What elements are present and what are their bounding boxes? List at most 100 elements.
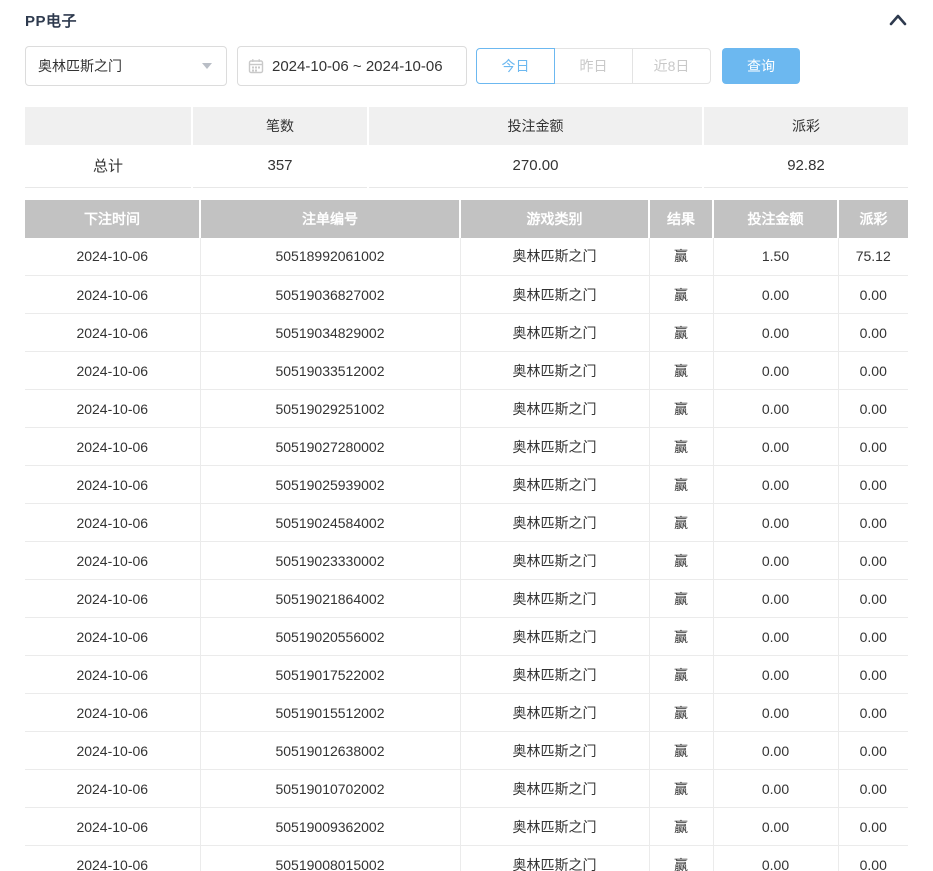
summary-header-count: 笔数 bbox=[192, 107, 368, 145]
table-cell: 50519010702002 bbox=[200, 770, 460, 808]
table-cell: 赢 bbox=[649, 808, 713, 846]
table-row: 2024-10-0650519010702002奥林匹斯之门赢0.000.00 bbox=[25, 770, 908, 808]
table-cell: 赢 bbox=[649, 846, 713, 871]
query-button[interactable]: 查询 bbox=[722, 48, 800, 84]
table-cell: 50519025939002 bbox=[200, 466, 460, 504]
calendar-icon bbox=[248, 58, 264, 74]
table-cell: 0.00 bbox=[713, 314, 838, 352]
yesterday-button[interactable]: 昨日 bbox=[554, 48, 633, 84]
today-button[interactable]: 今日 bbox=[476, 48, 555, 84]
table-cell: 赢 bbox=[649, 352, 713, 390]
table-row: 2024-10-0650519008015002奥林匹斯之门赢0.000.00 bbox=[25, 846, 908, 871]
quick-date-button-group: 今日 昨日 近8日 bbox=[476, 48, 711, 84]
table-cell: 奥林匹斯之门 bbox=[460, 846, 649, 871]
table-cell: 1.50 bbox=[713, 238, 838, 276]
table-cell: 0.00 bbox=[713, 504, 838, 542]
table-row: 2024-10-0650519009362002奥林匹斯之门赢0.000.00 bbox=[25, 808, 908, 846]
table-cell: 0.00 bbox=[838, 732, 908, 770]
table-cell: 奥林匹斯之门 bbox=[460, 732, 649, 770]
table-cell: 奥林匹斯之门 bbox=[460, 808, 649, 846]
table-cell: 50519024584002 bbox=[200, 504, 460, 542]
table-cell: 奥林匹斯之门 bbox=[460, 618, 649, 656]
collapse-button[interactable] bbox=[888, 13, 908, 27]
table-row: 2024-10-0650519027280002奥林匹斯之门赢0.000.00 bbox=[25, 428, 908, 466]
summary-header-row: 笔数 投注金额 派彩 bbox=[25, 107, 908, 145]
table-cell: 奥林匹斯之门 bbox=[460, 276, 649, 314]
table-cell: 奥林匹斯之门 bbox=[460, 238, 649, 276]
table-cell: 赢 bbox=[649, 466, 713, 504]
table-cell: 奥林匹斯之门 bbox=[460, 770, 649, 808]
table-row: 2024-10-0650519015512002奥林匹斯之门赢0.000.00 bbox=[25, 694, 908, 732]
table-cell: 50519023330002 bbox=[200, 542, 460, 580]
table-cell: 50519020556002 bbox=[200, 618, 460, 656]
table-cell: 2024-10-06 bbox=[25, 276, 200, 314]
summary-header-payout: 派彩 bbox=[703, 107, 908, 145]
table-cell: 0.00 bbox=[838, 466, 908, 504]
game-select[interactable]: 奥林匹斯之门 bbox=[25, 46, 227, 86]
bet-table: 下注时间 注单编号 游戏类别 结果 投注金额 派彩 2024-10-065051… bbox=[25, 200, 908, 871]
table-cell: 2024-10-06 bbox=[25, 428, 200, 466]
table-cell: 赢 bbox=[649, 542, 713, 580]
table-cell: 0.00 bbox=[838, 808, 908, 846]
table-cell: 2024-10-06 bbox=[25, 352, 200, 390]
table-cell: 0.00 bbox=[838, 276, 908, 314]
header-game-category: 游戏类别 bbox=[460, 200, 649, 238]
table-cell: 2024-10-06 bbox=[25, 618, 200, 656]
table-cell: 0.00 bbox=[838, 770, 908, 808]
table-cell: 0.00 bbox=[838, 618, 908, 656]
table-cell: 0.00 bbox=[713, 542, 838, 580]
header-bet-amount: 投注金额 bbox=[713, 200, 838, 238]
table-cell: 50519027280002 bbox=[200, 428, 460, 466]
panel-header: PP电子 bbox=[25, 8, 908, 32]
table-cell: 赢 bbox=[649, 694, 713, 732]
table-cell: 2024-10-06 bbox=[25, 466, 200, 504]
chevron-up-icon bbox=[888, 13, 908, 27]
date-range-input[interactable]: 2024-10-06 ~ 2024-10-06 bbox=[237, 46, 467, 86]
table-cell: 奥林匹斯之门 bbox=[460, 466, 649, 504]
table-cell: 2024-10-06 bbox=[25, 390, 200, 428]
table-cell: 50519009362002 bbox=[200, 808, 460, 846]
table-cell: 赢 bbox=[649, 732, 713, 770]
table-cell: 奥林匹斯之门 bbox=[460, 504, 649, 542]
table-cell: 0.00 bbox=[838, 428, 908, 466]
table-cell: 2024-10-06 bbox=[25, 656, 200, 694]
table-cell: 赢 bbox=[649, 390, 713, 428]
table-cell: 奥林匹斯之门 bbox=[460, 390, 649, 428]
table-row: 2024-10-0650519034829002奥林匹斯之门赢0.000.00 bbox=[25, 314, 908, 352]
header-result: 结果 bbox=[649, 200, 713, 238]
table-cell: 0.00 bbox=[838, 352, 908, 390]
table-cell: 50519036827002 bbox=[200, 276, 460, 314]
summary-total-payout: 92.82 bbox=[703, 145, 908, 187]
table-cell: 50519021864002 bbox=[200, 580, 460, 618]
table-row: 2024-10-0650519025939002奥林匹斯之门赢0.000.00 bbox=[25, 466, 908, 504]
table-cell: 2024-10-06 bbox=[25, 732, 200, 770]
table-cell: 奥林匹斯之门 bbox=[460, 314, 649, 352]
table-cell: 0.00 bbox=[713, 808, 838, 846]
table-cell: 0.00 bbox=[713, 618, 838, 656]
table-cell: 奥林匹斯之门 bbox=[460, 542, 649, 580]
table-row: 2024-10-0650519017522002奥林匹斯之门赢0.000.00 bbox=[25, 656, 908, 694]
header-bet-time: 下注时间 bbox=[25, 200, 200, 238]
table-cell: 0.00 bbox=[838, 580, 908, 618]
filter-bar: 奥林匹斯之门 2024-10-06 ~ 2024-10-06 bbox=[25, 46, 908, 86]
table-cell: 2024-10-06 bbox=[25, 504, 200, 542]
table-row: 2024-10-0650519021864002奥林匹斯之门赢0.000.00 bbox=[25, 580, 908, 618]
last-8-days-button[interactable]: 近8日 bbox=[632, 48, 711, 84]
table-cell: 50519012638002 bbox=[200, 732, 460, 770]
summary-header-empty bbox=[25, 107, 192, 145]
table-cell: 奥林匹斯之门 bbox=[460, 656, 649, 694]
report-panel: PP电子 奥林匹斯之门 bbox=[0, 0, 933, 871]
table-cell: 2024-10-06 bbox=[25, 694, 200, 732]
bet-table-body: 2024-10-0650518992061002奥林匹斯之门赢1.5075.12… bbox=[25, 238, 908, 871]
table-cell: 50518992061002 bbox=[200, 238, 460, 276]
table-cell: 0.00 bbox=[713, 770, 838, 808]
header-bet-number: 注单编号 bbox=[200, 200, 460, 238]
table-cell: 0.00 bbox=[713, 390, 838, 428]
summary-table: 笔数 投注金额 派彩 总计 357 270.00 92.82 bbox=[25, 107, 908, 188]
table-row: 2024-10-0650518992061002奥林匹斯之门赢1.5075.12 bbox=[25, 238, 908, 276]
table-cell: 0.00 bbox=[713, 466, 838, 504]
table-cell: 2024-10-06 bbox=[25, 770, 200, 808]
table-cell: 75.12 bbox=[838, 238, 908, 276]
table-cell: 0.00 bbox=[713, 580, 838, 618]
table-row: 2024-10-0650519023330002奥林匹斯之门赢0.000.00 bbox=[25, 542, 908, 580]
